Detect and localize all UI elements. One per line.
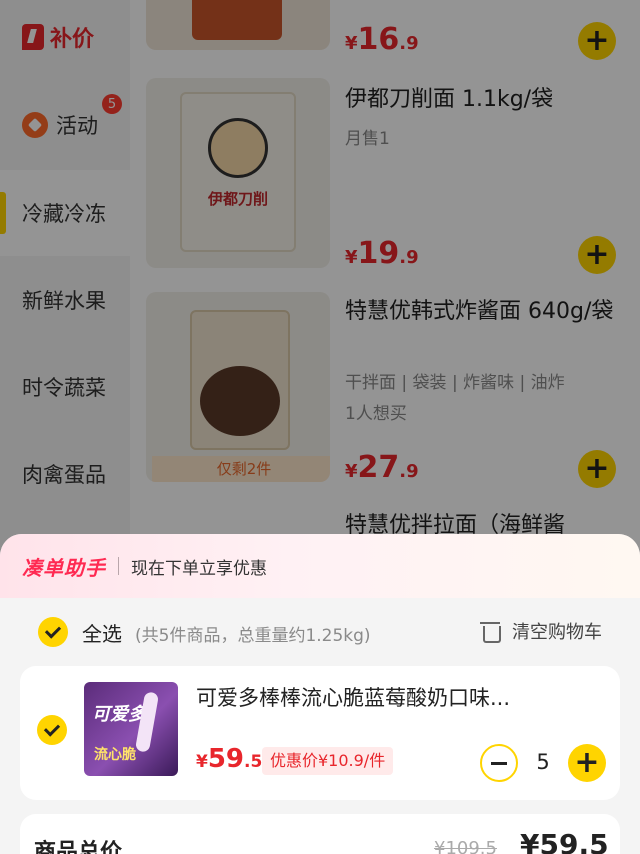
item-price: ¥59.5 xyxy=(196,744,263,774)
item-image[interactable]: 可爱多 流心脆 xyxy=(84,682,178,776)
cart-summary-info: (共5件商品，总重量约1.25kg) xyxy=(135,626,371,646)
select-all-checkbox[interactable] xyxy=(38,617,68,647)
promo-price-tag: 优惠价¥10.9/件 xyxy=(262,747,394,775)
item-checkbox[interactable] xyxy=(37,715,67,745)
quantity-value: 5 xyxy=(536,750,550,774)
clear-cart-button[interactable]: 清空购物车 xyxy=(480,618,602,644)
item-image-label: 流心脆 xyxy=(94,747,136,763)
select-all-row: 全选 (共5件商品，总重量约1.25kg) 清空购物车 xyxy=(0,614,640,650)
helper-title: 凑单助手 xyxy=(22,555,106,580)
cart-item: 可爱多 流心脆 可爱多棒棒流心脆蓝莓酸奶口味... ¥59.5 优惠价¥10.9… xyxy=(20,666,620,800)
increase-quantity-button[interactable]: + xyxy=(568,744,606,782)
item-image-brand: 可爱多 xyxy=(92,704,146,725)
clear-cart-label: 清空购物车 xyxy=(512,622,602,643)
helper-subtitle: 现在下单立享优惠 xyxy=(131,558,267,579)
decrease-quantity-button[interactable] xyxy=(480,744,518,782)
cart-helper-header: 凑单助手 现在下单立享优惠 xyxy=(0,534,640,598)
item-name[interactable]: 可爱多棒棒流心脆蓝莓酸奶口味... xyxy=(196,682,586,712)
total-label: 商品总价 xyxy=(34,840,123,854)
cart-panel: 凑单助手 现在下单立享优惠 全选 (共5件商品，总重量约1.25kg) 清空购物… xyxy=(0,534,640,854)
divider xyxy=(118,557,119,575)
select-all-label[interactable]: 全选 xyxy=(82,618,122,647)
total-summary: 商品总价 ¥109.5 ¥59.5 xyxy=(20,814,620,854)
trash-icon xyxy=(480,620,501,643)
discounted-total: ¥59.5 xyxy=(520,828,609,854)
original-total: ¥109.5 xyxy=(434,838,497,854)
